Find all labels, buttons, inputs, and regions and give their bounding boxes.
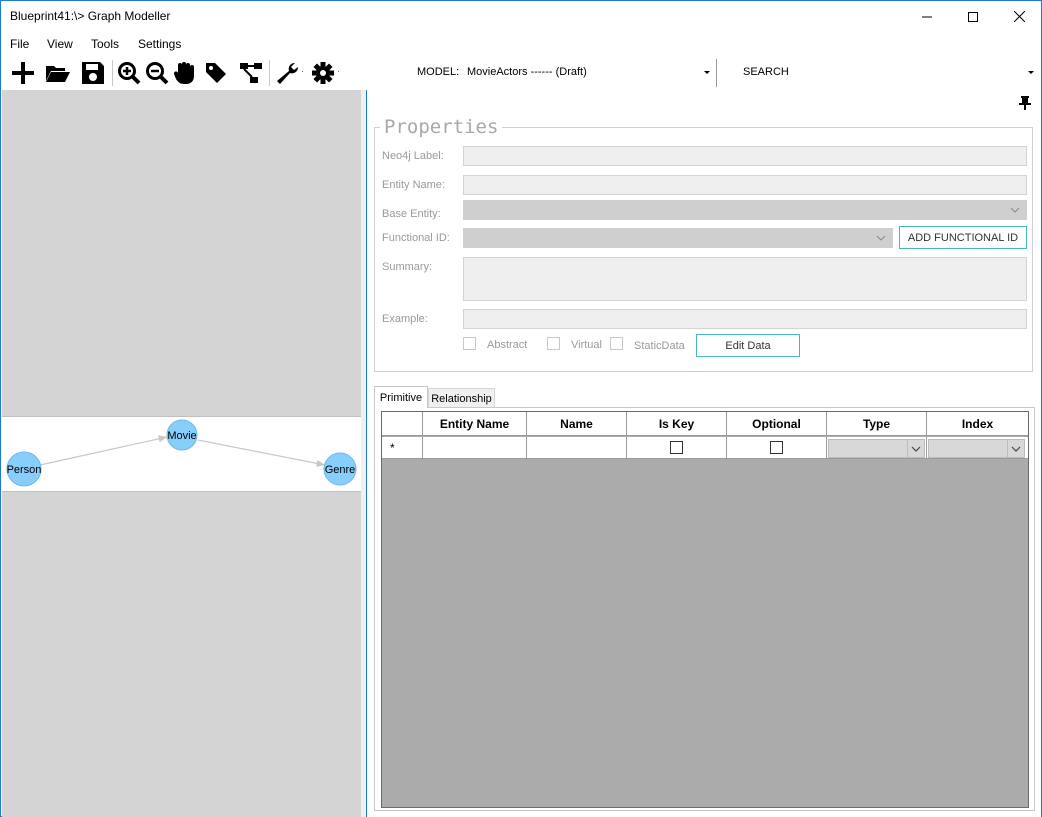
functional-id-label: Functional ID: xyxy=(382,232,450,244)
model-select[interactable]: MovieActors ------ (Draft) xyxy=(461,61,715,83)
graph-node-person[interactable]: Person xyxy=(6,451,42,487)
open-folder-icon[interactable] xyxy=(44,60,72,86)
minimize-button[interactable] xyxy=(904,1,950,32)
column-header[interactable]: Name xyxy=(527,412,627,436)
edge-person-movie xyxy=(39,435,168,466)
wrench-icon[interactable] xyxy=(275,60,303,86)
zoom-in-icon[interactable] xyxy=(115,60,143,86)
column-header[interactable]: Is Key xyxy=(627,412,727,436)
graph-node-genre[interactable]: Genre xyxy=(323,452,357,486)
graph-canvas[interactable]: Person Movie Genre xyxy=(2,90,361,817)
maximize-icon xyxy=(968,11,978,22)
chevron-down-icon xyxy=(876,235,886,241)
optional-cell xyxy=(727,437,827,459)
tab-primitive[interactable]: Primitive xyxy=(374,386,428,408)
hierarchy-icon[interactable] xyxy=(237,60,265,86)
edge-movie-genre xyxy=(197,439,326,467)
dropdown-arrow-icon xyxy=(704,71,710,74)
search-box[interactable]: SEARCH xyxy=(737,61,1039,83)
static-data-label: StaticData xyxy=(634,340,685,352)
graph-diagram: Person Movie Genre xyxy=(6,419,357,487)
svg-text:Movie: Movie xyxy=(167,430,196,442)
toolbar-divider xyxy=(716,59,717,87)
properties-title: Properties xyxy=(380,116,503,138)
save-icon[interactable] xyxy=(79,60,107,86)
table-row: * xyxy=(382,437,1028,459)
base-entity-label: Base Entity: xyxy=(382,208,441,220)
zoom-out-icon[interactable] xyxy=(143,60,171,86)
neo4j-label-label: Neo4j Label: xyxy=(382,150,444,162)
virtual-checkbox[interactable] xyxy=(547,337,560,350)
index-select[interactable] xyxy=(928,439,1025,458)
title-bar: Blueprint41:\> Graph Modeller xyxy=(1,1,1041,32)
add-functional-id-button[interactable]: ADD FUNCTIONAL ID xyxy=(899,226,1027,249)
row-header-corner xyxy=(382,412,423,436)
gear-icon[interactable] xyxy=(311,60,339,86)
column-header[interactable]: Type xyxy=(827,412,927,436)
close-button[interactable] xyxy=(996,1,1042,32)
search-label: SEARCH xyxy=(743,66,789,78)
primitive-grid[interactable]: Entity Name Name Is Key Optional Type In… xyxy=(381,411,1029,808)
svg-text:Person: Person xyxy=(7,464,42,476)
functional-id-select[interactable] xyxy=(463,228,893,248)
tag-icon[interactable] xyxy=(202,60,230,86)
menu-tools[interactable]: Tools xyxy=(91,37,119,51)
is-key-checkbox[interactable] xyxy=(670,441,683,454)
svg-text:Genre: Genre xyxy=(325,464,356,476)
is-key-cell xyxy=(627,437,727,459)
type-cell xyxy=(827,437,927,459)
chevron-down-icon xyxy=(1010,207,1020,213)
type-select[interactable] xyxy=(828,439,925,458)
minimize-icon xyxy=(922,16,932,17)
toolbar: MODEL: MovieActors ------ (Draft) SEARCH xyxy=(1,56,1041,89)
menu-file[interactable]: File xyxy=(10,37,29,51)
pin-icon[interactable] xyxy=(1017,95,1033,114)
abstract-label: Abstract xyxy=(487,339,528,351)
grid-header: Entity Name Name Is Key Optional Type In… xyxy=(382,412,1028,436)
column-header[interactable]: Index xyxy=(927,412,1028,436)
example-label: Example: xyxy=(382,313,428,325)
entity-name-label: Entity Name: xyxy=(382,179,445,191)
new-row-header[interactable]: * xyxy=(382,437,423,459)
properties-pane: Properties Neo4j Label: Entity Name: Bas… xyxy=(366,90,1041,817)
static-data-checkbox[interactable] xyxy=(610,337,623,350)
new-row-marker: * xyxy=(390,441,395,455)
close-icon xyxy=(1013,11,1025,22)
neo4j-label-field[interactable] xyxy=(463,146,1027,166)
maximize-button[interactable] xyxy=(950,1,996,32)
entity-name-cell[interactable] xyxy=(423,437,527,459)
column-header[interactable]: Optional xyxy=(727,412,827,436)
example-field[interactable] xyxy=(463,309,1027,329)
graph-node-movie[interactable]: Movie xyxy=(166,419,198,451)
name-cell[interactable] xyxy=(527,437,627,459)
window-title: Blueprint41:\> Graph Modeller xyxy=(10,9,171,23)
summary-field[interactable] xyxy=(463,257,1027,301)
toolbar-separator xyxy=(269,60,270,86)
model-label: MODEL: xyxy=(417,66,460,78)
toolbar-separator xyxy=(112,60,113,86)
pan-hand-icon[interactable] xyxy=(171,60,199,86)
optional-checkbox[interactable] xyxy=(770,441,783,454)
menu-bar: File View Tools Settings xyxy=(1,33,1041,55)
chevron-down-icon xyxy=(1007,440,1024,457)
menu-view[interactable]: View xyxy=(47,37,73,51)
column-header[interactable]: Entity Name xyxy=(423,412,527,436)
app-window: Blueprint41:\> Graph Modeller File View … xyxy=(0,0,1042,817)
dropdown-arrow-icon xyxy=(1028,71,1034,74)
chevron-down-icon xyxy=(907,440,924,457)
model-value: MovieActors ------ (Draft) xyxy=(467,66,587,78)
index-cell xyxy=(927,437,1028,459)
summary-label: Summary: xyxy=(382,261,433,273)
base-entity-select[interactable] xyxy=(463,200,1027,220)
add-icon[interactable] xyxy=(9,60,37,86)
virtual-label: Virtual xyxy=(571,339,602,351)
abstract-checkbox[interactable] xyxy=(463,337,476,350)
menu-settings[interactable]: Settings xyxy=(138,37,181,51)
primitive-tab-panel: Entity Name Name Is Key Optional Type In… xyxy=(374,407,1035,811)
tab-relationship[interactable]: Relationship xyxy=(428,388,495,409)
graph-band: Person Movie Genre xyxy=(2,416,361,492)
entity-name-field[interactable] xyxy=(463,175,1027,195)
edit-data-button[interactable]: Edit Data xyxy=(696,334,800,357)
